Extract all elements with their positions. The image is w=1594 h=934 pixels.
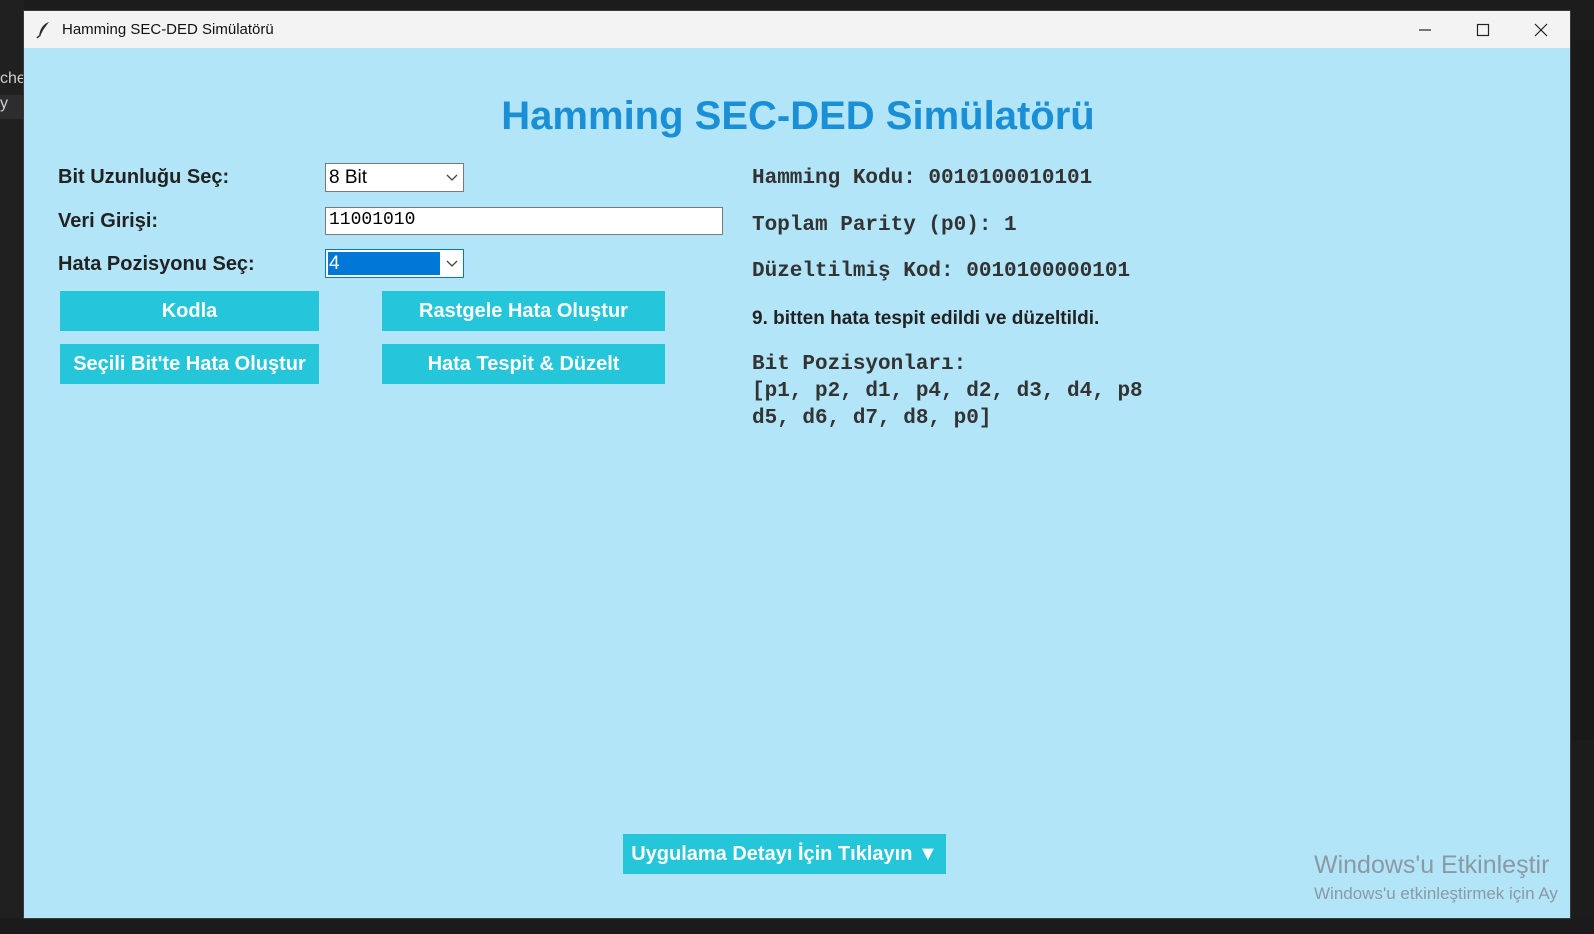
bit-positions-line: [p1, p2, d1, p4, d2, d3, d4, p8: [752, 380, 1143, 403]
error-position-select[interactable]: 4: [325, 249, 464, 278]
window-title: Hamming SEC-DED Simülatörü: [62, 21, 274, 38]
close-icon: [1534, 23, 1548, 36]
title-bar[interactable]: Hamming SEC-DED Simülatörü: [24, 11, 1570, 48]
chevron-down-icon: [446, 174, 458, 181]
background-text: y: [0, 95, 24, 119]
watermark-title: Windows'u Etkinleştir: [1314, 851, 1550, 879]
corrected-code-output: Düzeltilmiş Kod: 0010100000101: [752, 260, 1131, 283]
chevron-down-icon: [446, 260, 458, 267]
bit-positions-block: Bit Pozisyonları: [p1, p2, d1, p4, d2, d…: [752, 351, 1143, 432]
minimize-button[interactable]: [1396, 11, 1454, 48]
minimize-icon: [1419, 28, 1431, 31]
data-input-field[interactable]: 11001010: [325, 207, 723, 235]
status-message: 9. bitten hata tespit edildi ve düzeltil…: [752, 308, 1100, 329]
maximize-icon: [1476, 23, 1490, 36]
data-input-label: Veri Girişi:: [58, 210, 159, 232]
background-text: che: [0, 70, 26, 87]
selected-bit-error-button[interactable]: Seçili Bit'te Hata Oluştur: [60, 344, 319, 384]
watermark-subtitle: Windows'u etkinleştirmek için Ay: [1314, 884, 1558, 903]
error-position-label: Hata Pozisyonu Seç:: [58, 253, 255, 275]
hamming-code-output: Hamming Kodu: 0010100010101: [752, 167, 1093, 190]
app-detail-button[interactable]: Uygulama Detayı İçin Tıklayın ▼: [623, 834, 946, 874]
close-button[interactable]: [1512, 11, 1570, 48]
bit-length-label: Bit Uzunluğu Seç:: [58, 166, 230, 188]
random-error-button[interactable]: Rastgele Hata Oluştur: [382, 291, 665, 331]
page-title: Hamming SEC-DED Simülatörü: [501, 94, 1095, 138]
total-parity-output: Toplam Parity (p0): 1: [752, 214, 1017, 237]
error-position-value: 4: [328, 252, 440, 275]
encode-button[interactable]: Kodla: [60, 291, 319, 331]
background-editor-strip: che y: [0, 0, 26, 934]
maximize-button[interactable]: [1454, 11, 1512, 48]
bit-positions-line: d5, d6, d7, d8, p0]: [752, 407, 992, 430]
app-window: Hamming SEC-DED Simülatörü Hamming SEC-D…: [23, 10, 1571, 919]
bit-positions-title: Bit Pozisyonları:: [752, 353, 967, 376]
detect-correct-button[interactable]: Hata Tespit & Düzelt: [382, 344, 665, 384]
bit-length-value: 8 Bit: [329, 167, 368, 188]
feather-icon: [36, 21, 49, 39]
bit-length-select[interactable]: 8 Bit: [325, 163, 464, 192]
activation-watermark: Windows'u Etkinleştir Windows'u etkinleş…: [1314, 851, 1572, 921]
window-controls: [1396, 11, 1570, 48]
main-content: Hamming SEC-DED Simülatörü Bit Uzunluğu …: [24, 48, 1570, 920]
